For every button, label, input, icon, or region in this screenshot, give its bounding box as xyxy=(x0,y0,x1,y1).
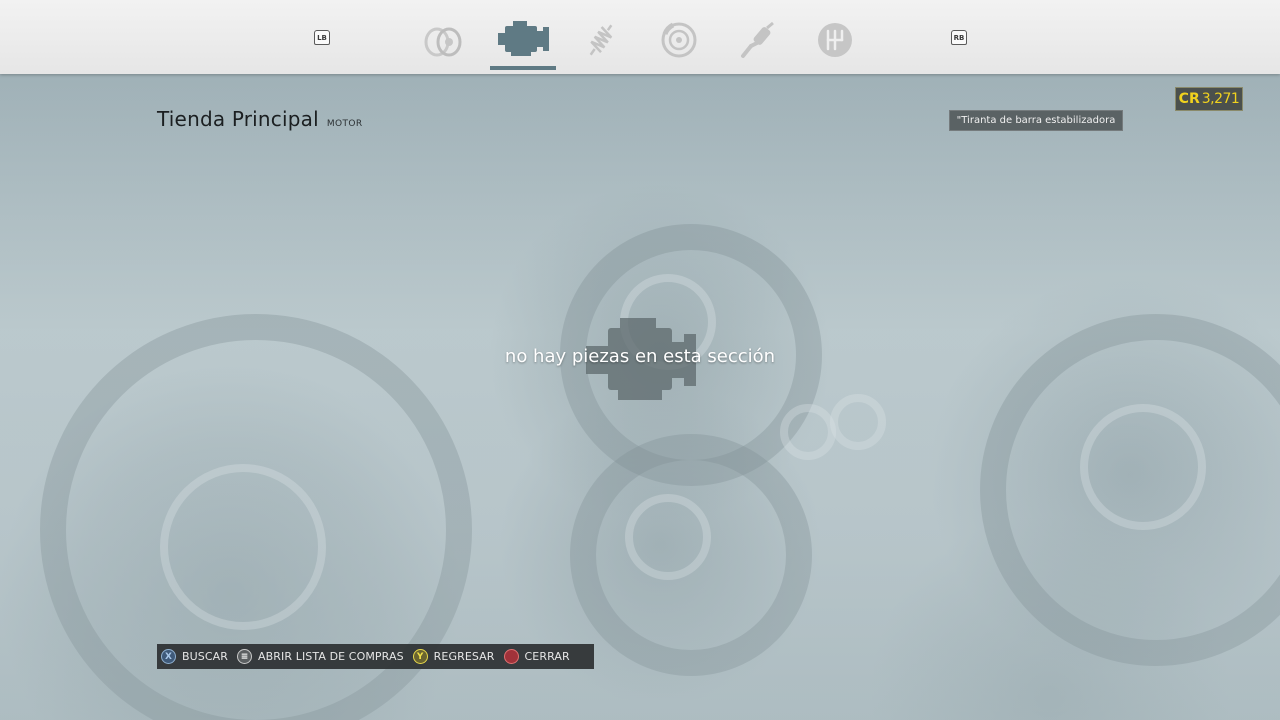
tab-transmission[interactable] xyxy=(802,12,868,68)
hint-label-back: REGRESAR xyxy=(433,650,495,663)
exhaust-pipe-icon xyxy=(741,21,774,58)
page-subtitle: MOTOR xyxy=(326,119,363,129)
y-button-icon: Y xyxy=(412,649,428,664)
button-hint-bar: X BUSCAR ≡ ABRIR LISTA DE COMPRAS Y REGR… xyxy=(157,644,594,669)
tab-brakes[interactable] xyxy=(646,12,712,68)
hint-open-shopping-list[interactable]: ≡ ABRIR LISTA DE COMPRAS xyxy=(237,649,404,664)
page-header: Tienda Principal MOTOR xyxy=(157,107,363,131)
engine-icon xyxy=(498,21,549,56)
gear-shifter-icon xyxy=(818,23,852,57)
tab-tires[interactable] xyxy=(410,12,476,68)
tab-engine[interactable] xyxy=(490,12,556,70)
empty-state-message: no hay piezas en esta sección xyxy=(504,346,776,367)
hint-back[interactable]: Y REGRESAR xyxy=(412,649,495,664)
tab-suspension[interactable] xyxy=(568,12,634,68)
menu-button-icon: ≡ xyxy=(237,649,253,664)
b-button-icon xyxy=(503,649,519,664)
page-title: Tienda Principal xyxy=(157,107,319,131)
hint-close[interactable]: CERRAR xyxy=(503,649,570,664)
spring-icon xyxy=(589,24,613,56)
hint-label-close: CERRAR xyxy=(524,650,570,663)
hint-label-shopping-list: ABRIR LISTA DE COMPRAS xyxy=(258,650,404,663)
brake-disc-icon xyxy=(661,22,697,58)
credits-value: 3,271 xyxy=(1201,91,1240,107)
tab-exhaust[interactable] xyxy=(724,12,790,68)
category-tab-bar: LB RB xyxy=(0,0,1280,74)
x-button-icon: X xyxy=(161,649,176,664)
credits-balance: CR 3,271 xyxy=(1175,87,1243,111)
credits-prefix: CR xyxy=(1178,91,1200,107)
hint-search[interactable]: X BUSCAR xyxy=(161,649,228,664)
tire-rim-icon xyxy=(424,27,462,57)
tooltip-part-name: "Tiranta de barra estabilizadora xyxy=(949,110,1123,131)
right-bumper-icon[interactable]: RB xyxy=(951,30,967,45)
hint-label-search: BUSCAR xyxy=(182,650,229,663)
left-bumper-icon[interactable]: LB xyxy=(314,30,330,45)
